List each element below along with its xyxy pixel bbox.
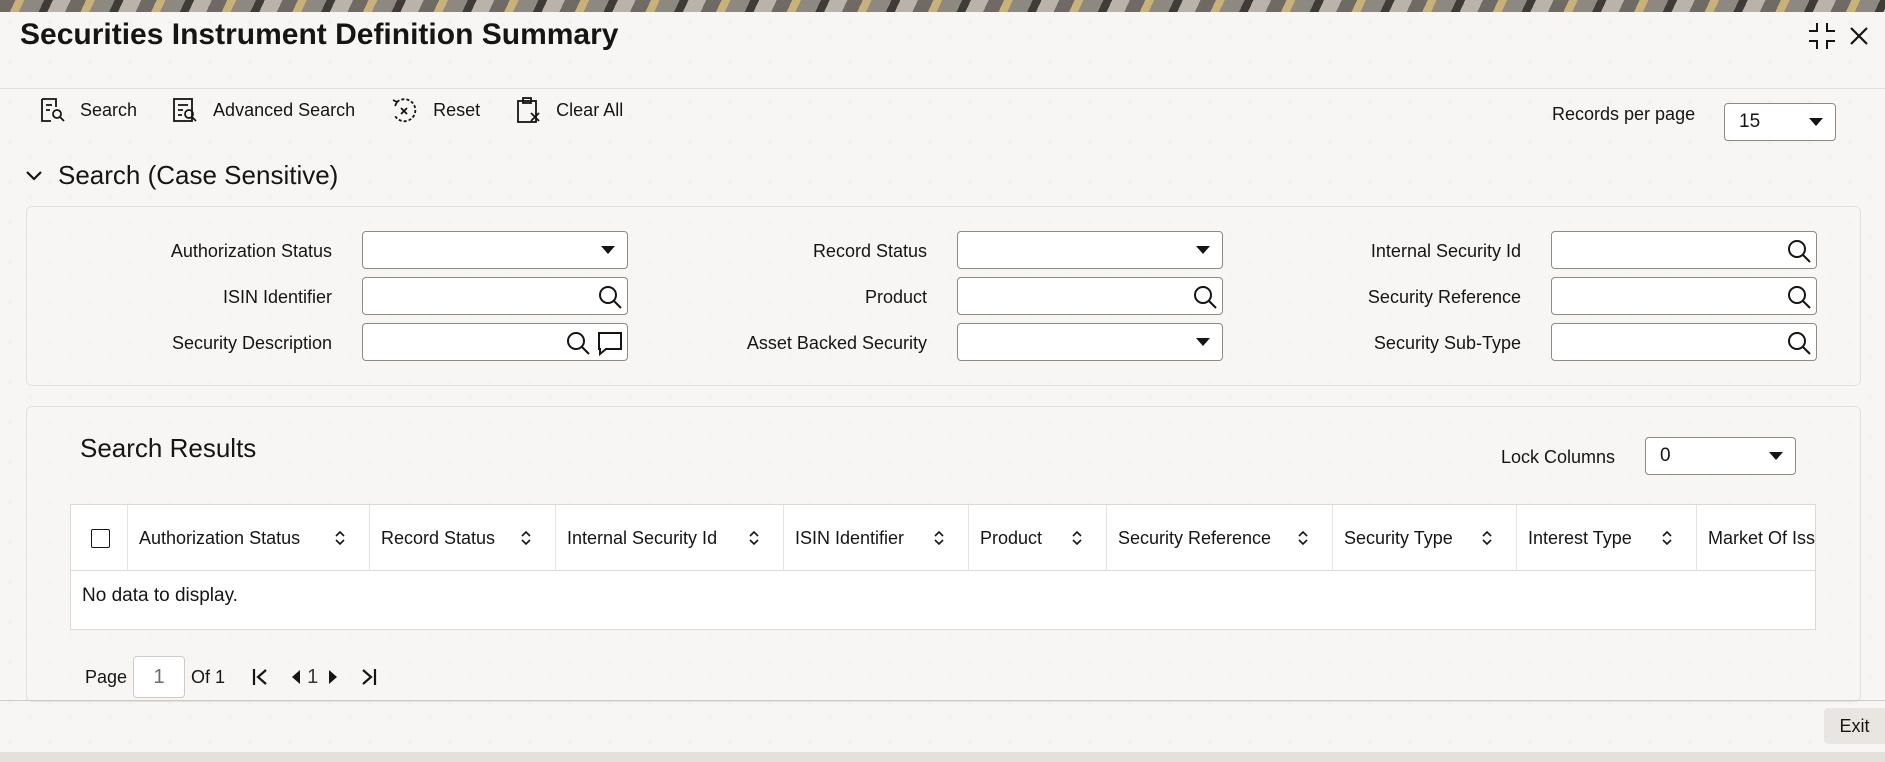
clipboard-clear-icon xyxy=(517,97,540,123)
chevron-down-icon xyxy=(26,170,42,181)
sort-icon[interactable] xyxy=(932,529,946,547)
security-description-label: Security Description xyxy=(171,333,332,353)
authorization-status-select[interactable] xyxy=(362,231,628,269)
records-per-page-value: 15 xyxy=(1739,111,1761,132)
previous-page-icon[interactable] xyxy=(291,669,301,685)
footer-divider xyxy=(0,700,1885,701)
next-page-icon[interactable] xyxy=(328,669,338,685)
page-number-input[interactable]: 1 xyxy=(133,656,186,698)
page-of-label: Of 1 xyxy=(191,666,226,687)
search-icon[interactable] xyxy=(1786,238,1812,264)
exit-button-label: Exit xyxy=(1839,715,1870,736)
current-page-number: 1 xyxy=(307,665,319,688)
advanced-search-button-label: Advanced Search xyxy=(213,99,356,120)
security-reference-label: Security Reference xyxy=(1367,287,1521,307)
chevron-down-icon xyxy=(1809,118,1823,126)
table-header-row: Authorization Status Record Status Inter… xyxy=(71,505,1815,571)
reset-button-label: Reset xyxy=(433,99,481,120)
sort-icon[interactable] xyxy=(1070,529,1084,547)
column-header-isin-identifier[interactable]: ISIN Identifier xyxy=(784,505,969,571)
search-section-title: Search (Case Sensitive) xyxy=(58,160,339,190)
sort-icon[interactable] xyxy=(747,529,761,547)
search-section-toggle[interactable]: Search (Case Sensitive) xyxy=(24,160,338,191)
clear-all-button[interactable]: Clear All xyxy=(514,96,623,124)
search-icon[interactable] xyxy=(1786,284,1812,310)
bottom-bar xyxy=(0,752,1885,762)
sort-icon[interactable] xyxy=(1296,529,1310,547)
select-all-cell xyxy=(71,505,128,571)
search-icon[interactable] xyxy=(1786,330,1812,356)
exit-button[interactable]: Exit xyxy=(1824,708,1885,744)
select-all-checkbox[interactable] xyxy=(91,529,110,548)
minimize-icon[interactable] xyxy=(1806,20,1838,52)
authorization-status-label: Authorization Status xyxy=(170,241,332,261)
security-sub-type-input[interactable] xyxy=(1551,323,1817,361)
column-header-market-of-issue[interactable]: Market Of Issu xyxy=(1697,505,1815,571)
search-doc-icon xyxy=(41,98,65,122)
security-sub-type-label: Security Sub-Type xyxy=(1373,333,1521,353)
reset-icon xyxy=(392,98,417,123)
title-divider xyxy=(0,88,1885,89)
column-header-internal-security-id[interactable]: Internal Security Id xyxy=(556,505,784,571)
chevron-down-icon xyxy=(601,246,615,254)
column-header-record-status[interactable]: Record Status xyxy=(370,505,556,571)
search-icon[interactable] xyxy=(1192,284,1218,310)
header-banner xyxy=(0,0,1885,12)
isin-identifier-input[interactable] xyxy=(362,277,628,315)
records-per-page-label: Records per page xyxy=(1552,104,1696,124)
results-table: Authorization Status Record Status Inter… xyxy=(70,504,1816,630)
sort-icon[interactable] xyxy=(519,529,533,547)
security-reference-input[interactable] xyxy=(1551,277,1817,315)
sort-icon[interactable] xyxy=(1480,529,1494,547)
column-header-authorization-status[interactable]: Authorization Status xyxy=(128,505,370,571)
close-icon[interactable] xyxy=(1843,20,1875,52)
page-label: Page xyxy=(85,666,128,687)
record-status-label: Record Status xyxy=(812,241,927,261)
lock-columns-label: Lock Columns xyxy=(1501,447,1616,467)
pagination: Page 1 Of 1 1 xyxy=(85,656,378,698)
record-status-select[interactable] xyxy=(957,231,1223,269)
reset-button[interactable]: Reset xyxy=(389,96,480,124)
chevron-down-icon xyxy=(1196,246,1210,254)
column-header-product[interactable]: Product xyxy=(969,505,1107,571)
product-input[interactable] xyxy=(957,277,1223,315)
asset-backed-security-label: Asset Backed Security xyxy=(746,333,927,353)
search-button[interactable]: Search xyxy=(38,96,137,124)
lock-columns-select[interactable]: 0 xyxy=(1645,437,1796,475)
advanced-search-button[interactable]: Advanced Search xyxy=(171,96,355,124)
advanced-search-icon xyxy=(173,98,197,122)
column-header-security-type[interactable]: Security Type xyxy=(1333,505,1517,571)
records-per-page-select[interactable]: 15 xyxy=(1724,103,1836,141)
lock-columns-value: 0 xyxy=(1660,445,1671,466)
product-label: Product xyxy=(864,287,927,307)
search-button-label: Search xyxy=(80,99,138,120)
isin-identifier-label: ISIN Identifier xyxy=(222,287,332,307)
sort-icon[interactable] xyxy=(333,529,347,547)
toolbar: Search Advanced Search Reset Clear All xyxy=(38,96,657,124)
asset-backed-security-select[interactable] xyxy=(957,323,1223,361)
search-icon[interactable] xyxy=(597,284,623,310)
column-header-interest-type[interactable]: Interest Type xyxy=(1517,505,1697,571)
last-page-icon[interactable] xyxy=(360,667,378,687)
internal-security-id-input[interactable] xyxy=(1551,231,1817,269)
clear-all-button-label: Clear All xyxy=(556,99,624,120)
chevron-down-icon xyxy=(1196,338,1210,346)
page-title: Securities Instrument Definition Summary xyxy=(20,18,619,51)
search-results-title: Search Results xyxy=(80,433,257,463)
search-icon[interactable] xyxy=(565,330,591,356)
comment-icon[interactable] xyxy=(596,330,624,356)
first-page-icon[interactable] xyxy=(251,667,269,687)
column-header-security-reference[interactable]: Security Reference xyxy=(1107,505,1333,571)
sort-icon[interactable] xyxy=(1660,529,1674,547)
internal-security-id-label: Internal Security Id xyxy=(1370,241,1521,261)
chevron-down-icon xyxy=(1769,452,1783,460)
empty-table-message: No data to display. xyxy=(82,585,238,606)
security-description-input[interactable] xyxy=(362,323,628,361)
